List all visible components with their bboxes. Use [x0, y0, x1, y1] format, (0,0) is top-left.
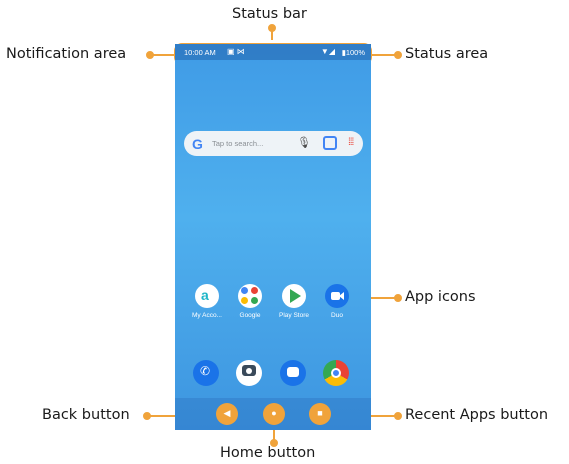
account-a-icon: a: [195, 284, 219, 308]
phone-icon: ✆: [193, 360, 219, 386]
status-bar-dot: [268, 24, 276, 32]
mic-icon[interactable]: 🎙: [297, 136, 311, 149]
home-button[interactable]: ●: [263, 403, 285, 425]
navigation-bar: ◀ ● ■: [175, 398, 371, 430]
camera-go-icon: [236, 360, 262, 386]
status-bar-callout: Status bar: [232, 6, 307, 22]
chrome-icon: [323, 360, 349, 386]
status-area-dot: [394, 51, 402, 59]
app-label: My Acco...: [192, 312, 222, 319]
app-icons-callout: App icons: [405, 289, 476, 305]
app-play-store[interactable]: Play Store: [272, 284, 316, 319]
search-placeholder: Tap to search...: [212, 139, 264, 148]
dock-messages[interactable]: [271, 360, 315, 386]
status-bar: 10:00 AM ▣ ⋈ ▼◢ ▮100%: [175, 44, 371, 60]
app-my-account[interactable]: a My Acco...: [185, 284, 229, 319]
back-dot: [143, 412, 151, 420]
lens-icon[interactable]: [323, 136, 337, 150]
recent-square-icon: ■: [317, 408, 323, 418]
recent-dot: [394, 412, 402, 420]
back-button-callout: Back button: [42, 407, 130, 423]
app-icons-dot: [394, 294, 402, 302]
app-label: Google: [239, 312, 261, 319]
back-triangle-icon: ◀: [223, 408, 231, 418]
signal-icon: ▼◢: [320, 47, 335, 56]
search-widget[interactable]: G Tap to search... 🎙 ⁞⁞⁞: [184, 131, 363, 156]
dock-camera-go[interactable]: [227, 360, 271, 386]
app-label: Play Store: [279, 312, 309, 319]
app-label: Duo: [331, 312, 343, 319]
google-g-icon: G: [192, 136, 203, 152]
duo-video-icon: [325, 284, 349, 308]
recent-apps-button[interactable]: ■: [309, 403, 331, 425]
battery-level: ▮100%: [341, 48, 365, 57]
home-circle-icon: ●: [271, 408, 277, 418]
google-folder-icon: [238, 284, 262, 308]
notification-icons: ▣ ⋈: [227, 47, 245, 56]
app-google[interactable]: Google: [228, 284, 272, 319]
play-store-icon: [282, 284, 306, 308]
status-area-callout: Status area: [405, 46, 489, 62]
recent-apps-callout: Recent Apps button: [405, 407, 549, 423]
messages-icon: [280, 360, 306, 386]
dock-chrome[interactable]: [314, 360, 358, 386]
apps-grid-icon[interactable]: ⁞⁞⁞: [348, 137, 354, 148]
notification-area-callout: Notification area: [6, 46, 127, 62]
app-duo[interactable]: Duo: [315, 284, 359, 319]
back-button[interactable]: ◀: [216, 403, 238, 425]
notification-dot: [146, 51, 154, 59]
status-time: 10:00 AM: [184, 48, 216, 57]
phone-screen: 10:00 AM ▣ ⋈ ▼◢ ▮100% G Tap to search...…: [175, 44, 371, 430]
home-button-callout: Home button: [220, 445, 316, 461]
dock-phone[interactable]: ✆: [184, 360, 228, 386]
